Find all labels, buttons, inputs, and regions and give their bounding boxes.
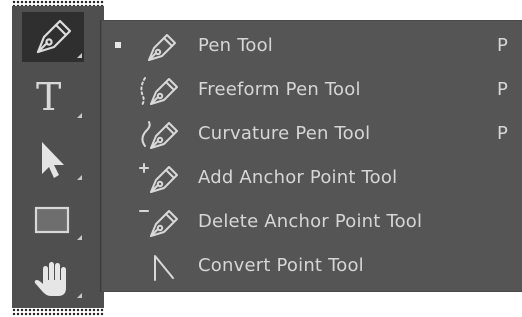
menu-item-curvature-pen-tool[interactable]: Curvature Pen Tool P xyxy=(101,114,522,154)
submenu-indicator-icon xyxy=(77,53,82,58)
menu-item-shortcut: P xyxy=(497,79,508,100)
hand-tool-button[interactable] xyxy=(22,252,84,302)
rectangle-icon xyxy=(34,206,70,234)
submenu-indicator-icon xyxy=(77,113,82,118)
type-tool-button[interactable]: T xyxy=(22,72,84,122)
convert-point-icon xyxy=(154,255,174,281)
curvature-pen-icon xyxy=(141,121,178,149)
menu-item-label: Freeform Pen Tool xyxy=(198,79,361,100)
rectangle-tool-button[interactable] xyxy=(22,194,84,244)
menu-item-freeform-pen-tool[interactable]: Freeform Pen Tool P xyxy=(101,70,522,110)
submenu-indicator-icon xyxy=(77,293,82,298)
pen-icon xyxy=(148,34,176,61)
hand-icon xyxy=(34,262,66,296)
menu-item-pen-tool[interactable]: Pen Tool P xyxy=(101,26,522,66)
path-selection-icon xyxy=(42,142,64,178)
menu-item-label: Delete Anchor Point Tool xyxy=(198,211,423,232)
delete-anchor-point-icon xyxy=(139,210,178,237)
menu-item-label: Add Anchor Point Tool xyxy=(198,167,398,188)
pen-tools-flyout-menu: Pen Tool P Freeform Pen Tool P Curvature… xyxy=(100,20,522,292)
menu-item-shortcut: P xyxy=(497,123,508,144)
tools-panel: T xyxy=(12,6,104,308)
menu-item-convert-point-tool[interactable]: Convert Point Tool xyxy=(101,246,522,286)
pen-tool-button[interactable] xyxy=(22,12,84,62)
freeform-pen-icon xyxy=(140,77,178,107)
add-anchor-point-icon xyxy=(139,163,178,193)
menu-item-label: Curvature Pen Tool xyxy=(198,123,371,144)
menu-item-delete-anchor-point-tool[interactable]: Delete Anchor Point Tool xyxy=(101,202,522,242)
path-selection-tool-button[interactable] xyxy=(22,134,84,184)
submenu-indicator-icon xyxy=(77,175,82,180)
menu-item-label: Pen Tool xyxy=(198,35,273,56)
pen-icon xyxy=(36,19,72,54)
active-tool-bullet xyxy=(115,42,121,48)
menu-item-label: Convert Point Tool xyxy=(198,255,364,276)
toolbar-bottom-edge xyxy=(12,308,104,316)
type-icon: T xyxy=(36,75,62,119)
menu-item-shortcut: P xyxy=(497,35,508,56)
menu-item-add-anchor-point-tool[interactable]: Add Anchor Point Tool xyxy=(101,158,522,198)
submenu-indicator-icon xyxy=(77,235,82,240)
